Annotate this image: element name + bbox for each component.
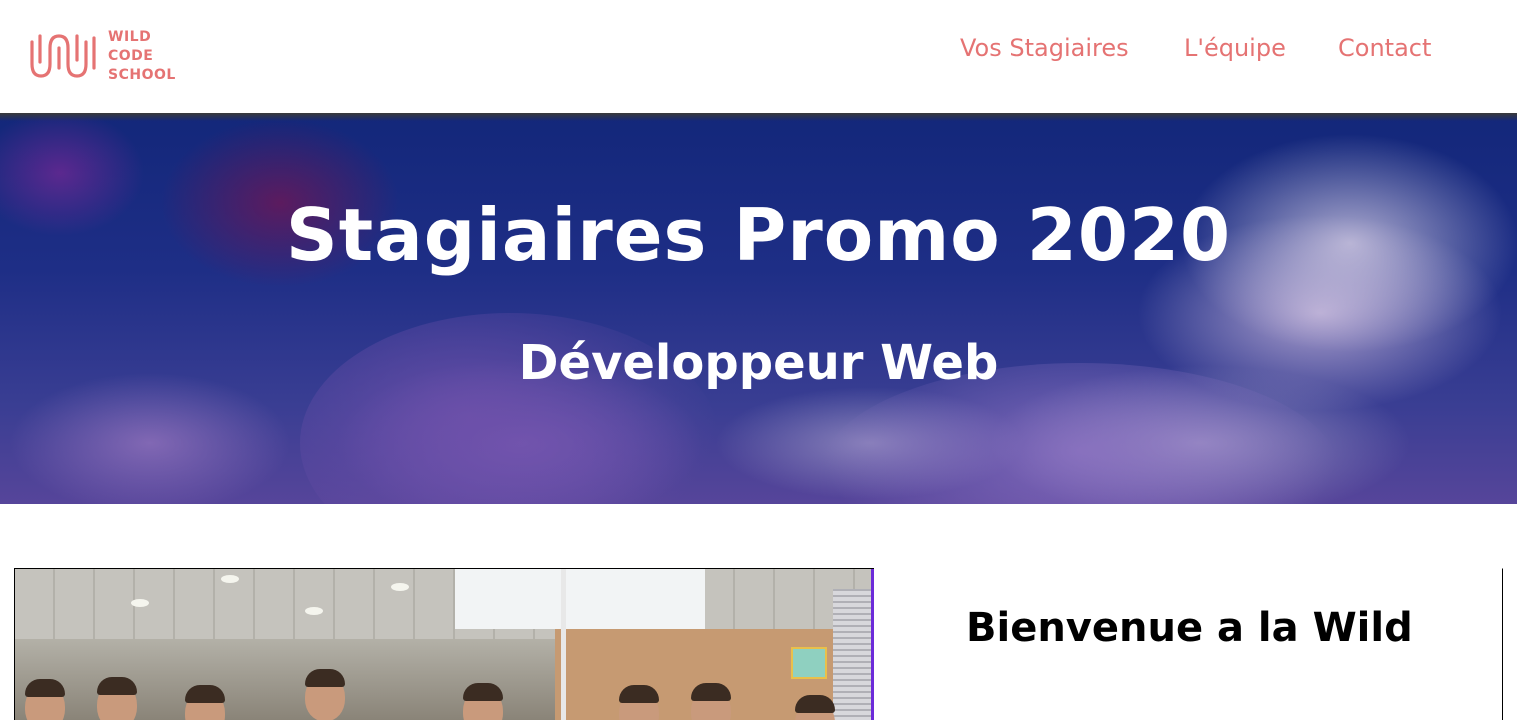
photo-window <box>455 569 705 629</box>
hero-banner: Stagiaires Promo 2020 Développeur Web <box>0 113 1517 504</box>
wild-code-school-logo-icon <box>30 34 96 78</box>
logo-line-code: CODE <box>108 48 154 64</box>
person-hair <box>97 677 137 695</box>
hero-title: Stagiaires Promo 2020 <box>285 193 1232 277</box>
person-hair <box>795 695 835 713</box>
site-header: WILD CODE SCHOOL Vos Stagiaires L'équipe… <box>0 0 1517 113</box>
logo-line-school: SCHOOL <box>108 67 176 83</box>
person-hair <box>463 683 503 701</box>
person-hair <box>305 669 345 687</box>
photo-light <box>221 575 239 583</box>
person-hair <box>185 685 225 703</box>
nav-link-contact[interactable]: Contact <box>1338 34 1431 62</box>
logo-line-wild: WILD <box>108 29 152 45</box>
welcome-title: Bienvenue a la Wild <box>966 605 1413 651</box>
header-shadow <box>0 113 1517 121</box>
photo-light <box>305 607 323 615</box>
photo-pole <box>561 569 566 720</box>
logo-link[interactable]: WILD CODE SCHOOL <box>28 28 188 84</box>
hero-subtitle: Développeur Web <box>518 335 999 391</box>
nav-link-vos-stagiaires[interactable]: Vos Stagiaires <box>960 34 1129 62</box>
welcome-box: Bienvenue a la Wild <box>874 568 1503 720</box>
photo-panel <box>833 589 874 720</box>
photo-light <box>391 583 409 591</box>
photo-light <box>131 599 149 607</box>
person-hair <box>691 683 731 701</box>
nav-link-equipe[interactable]: L'équipe <box>1184 34 1286 62</box>
person-hair <box>25 679 65 697</box>
logo-text: WILD CODE SCHOOL <box>108 28 176 85</box>
person-hair <box>619 685 659 703</box>
team-photo <box>14 568 874 720</box>
photo-sign <box>791 647 827 679</box>
